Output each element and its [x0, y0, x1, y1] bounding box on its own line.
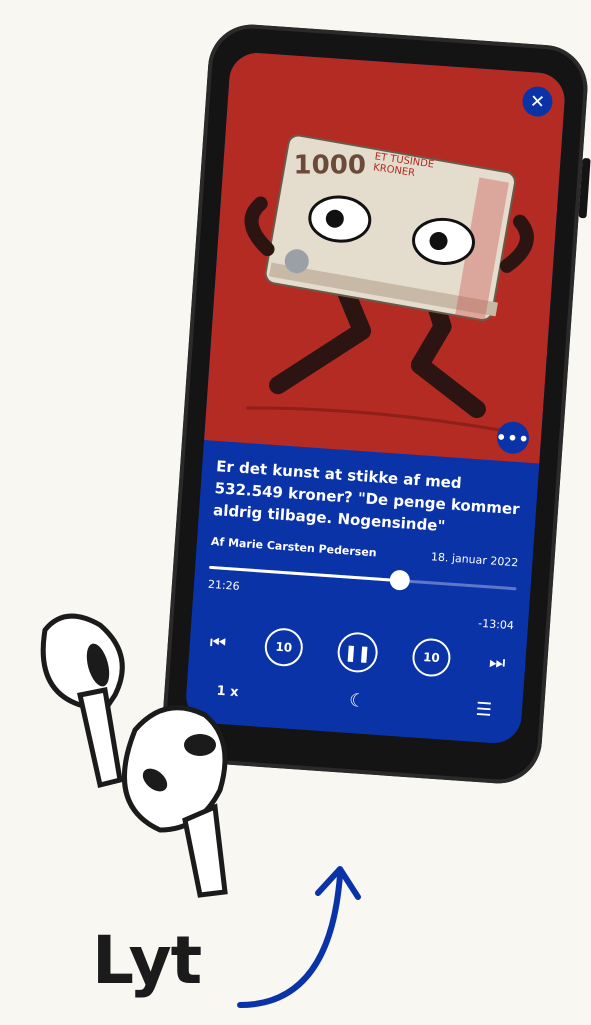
- sleep-timer-button[interactable]: ☾: [348, 690, 366, 712]
- curved-arrow-icon: [237, 866, 361, 1008]
- moon-icon: ☾: [348, 689, 366, 713]
- time-elapsed: 21:26: [207, 577, 241, 593]
- airpod-left-icon: [40, 613, 125, 789]
- pause-button[interactable]: ❚❚: [336, 631, 379, 674]
- forward-button[interactable]: 10: [411, 637, 452, 678]
- airpod-right-icon: [121, 705, 228, 898]
- banknote-denomination: 1000: [293, 150, 366, 181]
- artwork-illustration: [244, 134, 534, 437]
- rewind-button[interactable]: 10: [263, 626, 305, 668]
- skip-next-icon: ⏭: [488, 651, 507, 674]
- close-icon: ✕: [529, 90, 546, 113]
- pause-icon: ❚❚: [343, 641, 372, 663]
- episode-author: Af Marie Carsten Pedersen: [210, 534, 378, 560]
- forward-icon: 10: [422, 649, 441, 666]
- more-icon: •••: [495, 427, 531, 449]
- time-remaining: -13:04: [477, 616, 515, 633]
- progress-thumb[interactable]: [389, 569, 411, 591]
- listen-label: Lyt: [92, 922, 202, 999]
- playlist-icon: ☰: [475, 698, 493, 721]
- rewind-icon: 10: [274, 639, 293, 655]
- stage: 1000 ET TUSINDE KRONER ✕ ••• Er det kuns…: [0, 0, 591, 1018]
- next-button[interactable]: ⏭: [485, 651, 510, 674]
- episode-artwork: 1000 ET TUSINDE KRONER ✕ •••: [204, 51, 567, 464]
- queue-button[interactable]: ☰: [475, 699, 493, 721]
- episode-title: Er det kunst at stikke af med 532.549 kr…: [212, 457, 521, 536]
- episode-date: 18. januar 2022: [430, 550, 519, 570]
